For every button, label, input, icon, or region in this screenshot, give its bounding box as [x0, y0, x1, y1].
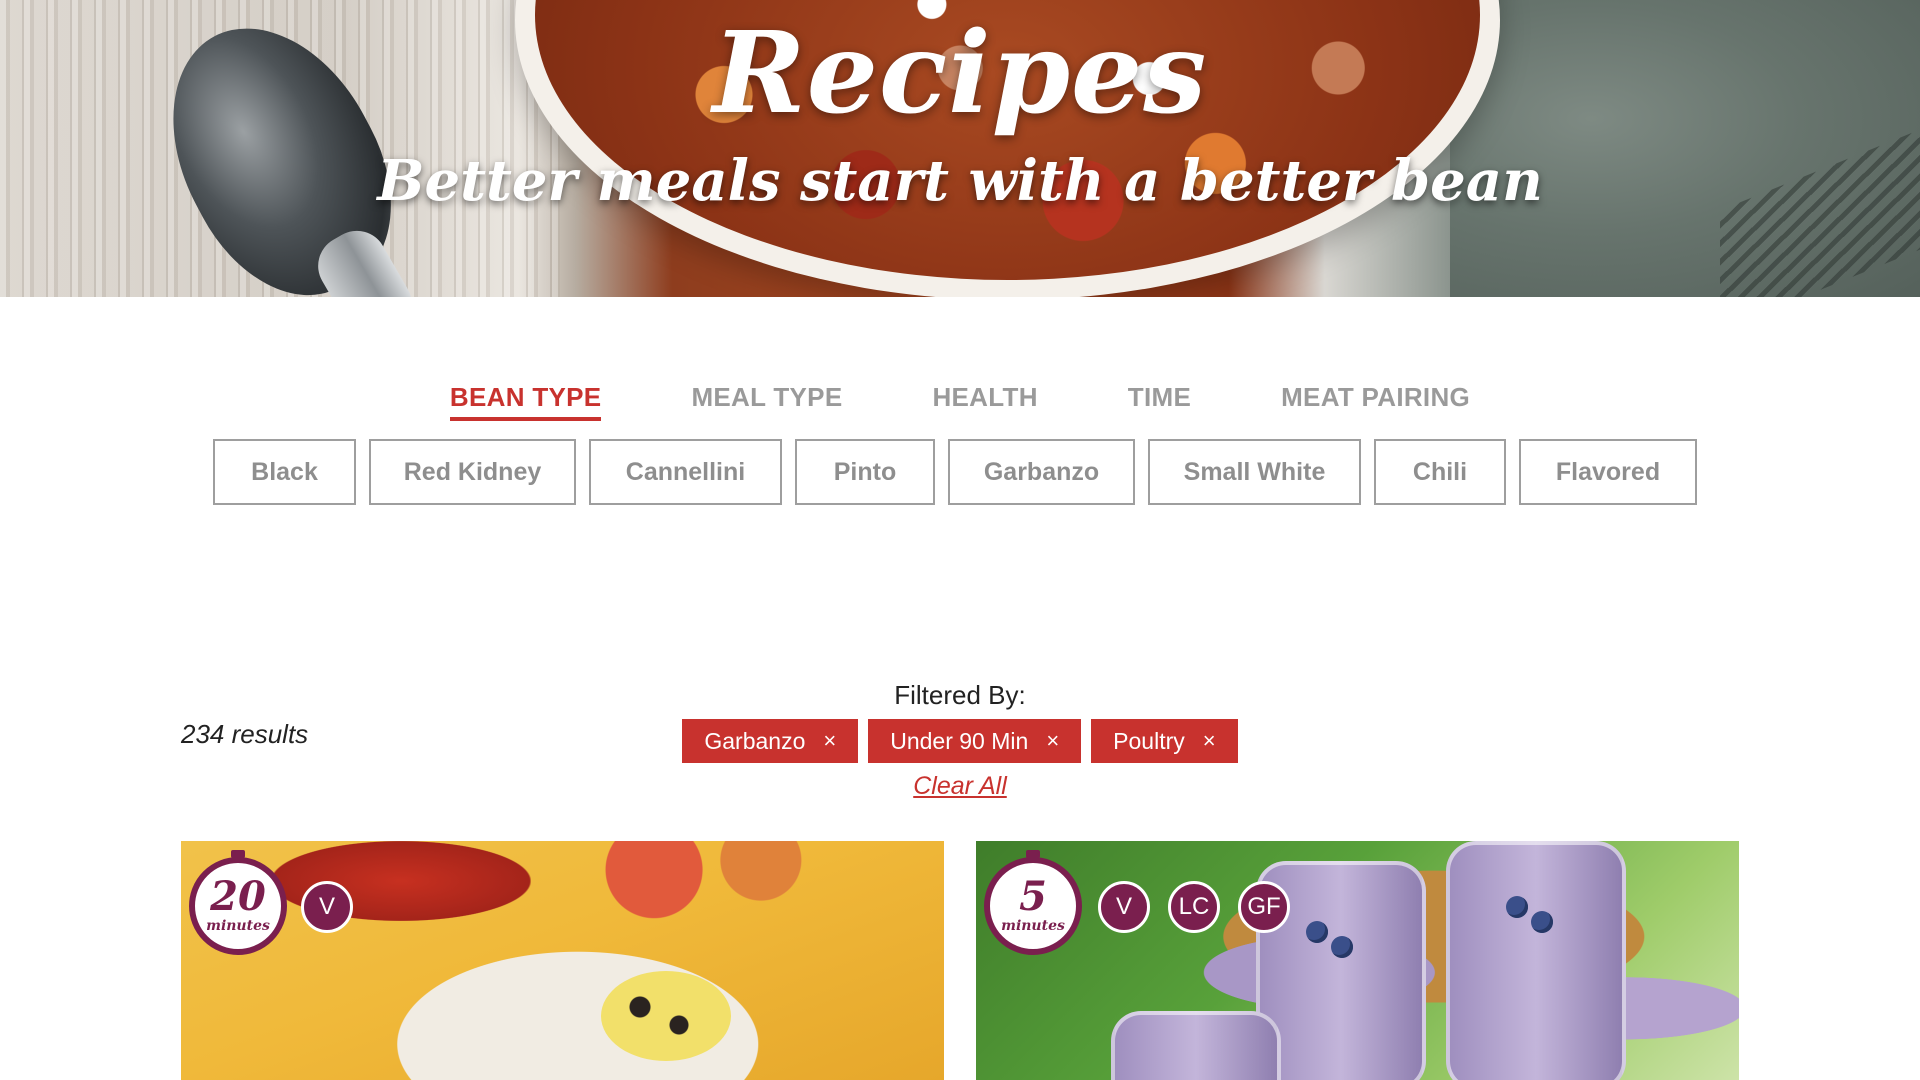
hero-banner: Recipes Better meals start with a better…	[0, 0, 1920, 297]
timer-value: 20	[210, 873, 266, 920]
recipe-card[interactable]: 20 minutes V	[181, 841, 944, 1080]
blueberry-image	[1306, 921, 1328, 943]
blueberry-image	[1531, 911, 1553, 933]
smoothie-jar-image	[1111, 1011, 1281, 1080]
tab-time[interactable]: TIME	[1128, 382, 1191, 421]
timer-icon: 5 minutes	[984, 850, 1082, 955]
option-flavored[interactable]: Flavored	[1519, 439, 1697, 505]
tab-meat-pairing[interactable]: MEAT PAIRING	[1281, 382, 1470, 421]
option-garbanzo[interactable]: Garbanzo	[948, 439, 1135, 505]
chip-label: Poultry	[1113, 727, 1185, 754]
page-title: Recipes	[712, 8, 1208, 139]
filter-chip-poultry[interactable]: Poultry ×	[1091, 719, 1238, 763]
option-pinto[interactable]: Pinto	[795, 439, 935, 505]
blueberry-image	[1331, 936, 1353, 958]
recipe-card[interactable]: 5 minutes V LC GF	[976, 841, 1739, 1080]
timer-unit: minutes	[1001, 918, 1065, 934]
clear-all-link[interactable]: Clear All	[0, 772, 1920, 801]
tab-meal-type[interactable]: MEAL TYPE	[691, 382, 842, 421]
timer-value: 5	[1019, 873, 1047, 920]
option-cannellini[interactable]: Cannellini	[589, 439, 782, 505]
chip-label: Garbanzo	[704, 727, 806, 754]
timer-icon: 20 minutes	[189, 850, 287, 955]
tab-health[interactable]: HEALTH	[932, 382, 1037, 421]
filter-chip-garbanzo[interactable]: Garbanzo ×	[682, 719, 859, 763]
close-icon[interactable]: ×	[1046, 728, 1059, 754]
option-small-white[interactable]: Small White	[1148, 439, 1361, 505]
blueberry-image	[1506, 896, 1528, 918]
option-black[interactable]: Black	[213, 439, 356, 505]
timer-unit: minutes	[206, 918, 270, 934]
smoothie-jar-image	[1446, 841, 1626, 1080]
burrito-filling-image	[601, 971, 731, 1061]
diet-badge-v: V	[301, 881, 353, 933]
active-filter-chips: Garbanzo × Under 90 Min × Poultry ×	[0, 719, 1920, 763]
tab-bean-type[interactable]: BEAN TYPE	[449, 382, 602, 421]
filter-tabs: BEAN TYPE MEAL TYPE HEALTH TIME MEAT PAI…	[0, 382, 1920, 421]
option-red-kidney[interactable]: Red Kidney	[369, 439, 576, 505]
close-icon[interactable]: ×	[1203, 728, 1216, 754]
filter-chip-under-90-min[interactable]: Under 90 Min ×	[868, 719, 1082, 763]
page-subtitle: Better meals start with a better bean	[377, 148, 1543, 214]
bean-type-options: Black Red Kidney Cannellini Pinto Garban…	[213, 439, 1697, 505]
filtered-by-label: Filtered By:	[894, 680, 1026, 710]
close-icon[interactable]: ×	[823, 728, 836, 754]
diet-badge-lc: LC	[1168, 881, 1220, 933]
chip-label: Under 90 Min	[890, 727, 1029, 754]
option-chili[interactable]: Chili	[1374, 439, 1506, 505]
diet-badge-v: V	[1098, 881, 1150, 933]
diet-badge-gf: GF	[1238, 881, 1290, 933]
